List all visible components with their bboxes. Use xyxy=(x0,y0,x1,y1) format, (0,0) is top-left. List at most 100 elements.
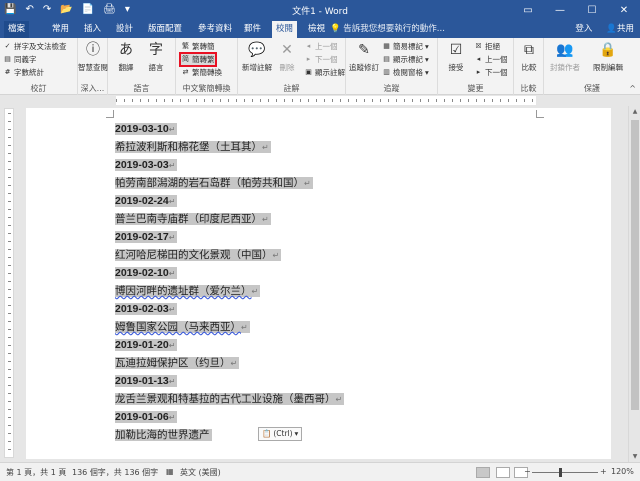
share-button[interactable]: 👤共用 xyxy=(606,21,634,38)
language-button[interactable]: 字語言 xyxy=(141,40,171,73)
zoom-in-button[interactable]: + xyxy=(600,467,607,476)
paragraph-mark-icon: ↵ xyxy=(168,125,176,134)
paragraph-mark-icon: ↵ xyxy=(262,215,269,224)
word-count-status[interactable]: 136 個字，共 136 個字 xyxy=(72,467,158,478)
document-page[interactable]: 2019-03-10↵ 希拉波利斯和棉花堡（土耳其）↵ 2019-03-03↵ 帕劳南… xyxy=(26,108,611,459)
delete-comment-button[interactable]: ✕ 刪除 xyxy=(272,40,302,73)
customize-qat-icon[interactable]: ▾ xyxy=(125,3,130,17)
tab-insert[interactable]: 插入 xyxy=(80,21,105,38)
accept-button[interactable]: ☑ 接受 xyxy=(441,40,471,73)
paragraph-mark-icon: ↵ xyxy=(251,287,259,296)
proofing-status-icon[interactable]: ▦ xyxy=(166,467,174,476)
document-line[interactable]: 2019-01-06↵ xyxy=(115,408,178,426)
restrict-editing-button[interactable]: 🔒 限制編輯 xyxy=(588,40,628,73)
line-text: 龙舌兰景观和特基拉的古代工业设施（墨西哥） xyxy=(115,393,336,405)
tab-review[interactable]: 校閱 xyxy=(272,21,298,38)
sign-in-link[interactable]: 登入 xyxy=(575,21,592,38)
translate-button[interactable]: あ翻譯 xyxy=(111,40,141,73)
tab-layout[interactable]: 版面配置 xyxy=(144,21,186,38)
document-line[interactable]: 帕劳南部潟湖的岩石岛群（帕劳共和国）↵ xyxy=(115,174,313,192)
document-line[interactable]: 红河哈尼梯田的文化景观（中国）↵ xyxy=(115,246,282,264)
track-changes-button[interactable]: ✎ 追蹤修訂 xyxy=(349,40,379,73)
tab-mailings[interactable]: 郵件 xyxy=(240,21,265,38)
vertical-ruler[interactable] xyxy=(4,108,14,458)
prev-change-button[interactable]: ◂ 上一個 xyxy=(474,54,508,65)
show-comments-button[interactable]: ▣ 顯示註解 xyxy=(304,67,345,78)
paste-options-button[interactable]: 📋 (Ctrl) ▾ xyxy=(258,427,303,441)
smart-lookup-button[interactable]: ⓘ 智慧查閱 xyxy=(78,40,108,73)
language-status[interactable]: 英文 (美國) xyxy=(180,467,221,478)
document-line[interactable]: 龙舌兰景观和特基拉的古代工业设施（墨西哥）↵ xyxy=(115,390,345,408)
document-line[interactable]: 2019-01-20↵ xyxy=(115,336,178,354)
zoom-slider[interactable] xyxy=(532,472,598,473)
book-icon: ▤ xyxy=(4,55,11,63)
document-line[interactable]: 2019-02-10↵ xyxy=(115,264,178,282)
document-line[interactable]: 希拉波利斯和棉花堡（土耳其）↵ xyxy=(115,138,271,156)
print-icon[interactable]: 🖨 xyxy=(103,3,116,17)
zoom-out-button[interactable]: − xyxy=(524,467,531,476)
undo-icon[interactable]: ↶ xyxy=(25,3,33,17)
block-authors-button[interactable]: 👥 封鎖作者 xyxy=(550,40,580,73)
chinese-convert-button[interactable]: ⇄ 繁簡轉換 xyxy=(181,67,222,78)
word-count-button[interactable]: # 字數統計 xyxy=(3,67,44,78)
next-change-button[interactable]: ▸ 下一個 xyxy=(474,67,508,78)
print-layout-button[interactable] xyxy=(496,467,510,478)
reviewing-pane-button[interactable]: ▥ 檢閱窗格 ▾ xyxy=(382,67,429,78)
track-changes-icon: ✎ xyxy=(358,42,370,58)
reviewing-pane-label: 檢閱窗格 xyxy=(393,68,423,77)
document-line[interactable]: 姆鲁国家公园（马来西亚）↵ xyxy=(115,318,250,336)
document-line[interactable]: 2019-02-24↵ xyxy=(115,192,178,210)
document-line[interactable]: 博因河畔的遗址群（爱尔兰）↵ xyxy=(115,282,261,300)
document-line[interactable]: 2019-03-03↵ xyxy=(115,156,178,174)
open-icon[interactable]: 📂 xyxy=(60,3,72,17)
prev-comment-button[interactable]: ◂ 上一個 xyxy=(304,41,338,52)
line-text: 2019-02-17 xyxy=(115,231,169,243)
trad-to-simp-button[interactable]: 繁繁轉簡 xyxy=(181,41,215,52)
document-line[interactable]: 2019-02-17↵ xyxy=(115,228,178,246)
document-line[interactable]: 普兰巴南寺庙群（印度尼西亚）↵ xyxy=(115,210,271,228)
tab-home[interactable]: 常用 xyxy=(48,21,73,38)
zoom-slider-thumb[interactable] xyxy=(559,468,562,477)
group-changes: ☑ 接受 ☒ 拒絕 ◂ 上一個 ▸ 下一個 變更 xyxy=(438,38,514,95)
read-mode-button[interactable] xyxy=(476,467,490,478)
tab-view[interactable]: 檢視 xyxy=(304,21,329,38)
document-line[interactable]: 2019-02-03↵ xyxy=(115,300,178,318)
zoom-level[interactable]: 120% xyxy=(611,467,634,476)
redo-icon[interactable]: ↷ xyxy=(43,3,51,17)
show-markup-button[interactable]: ▤ 顯示標記 ▾ xyxy=(382,54,429,65)
maximize-button[interactable]: ☐ xyxy=(576,0,608,21)
save-icon[interactable]: 💾 xyxy=(4,3,16,17)
next-comment-button[interactable]: ▸ 下一個 xyxy=(304,54,338,65)
new-comment-button[interactable]: 💬 新增註解 xyxy=(242,40,272,73)
document-line[interactable]: 2019-03-10↵ xyxy=(115,120,178,138)
document-line[interactable]: 2019-01-13↵ xyxy=(115,372,178,390)
scrollbar-thumb[interactable] xyxy=(631,120,639,410)
new-doc-icon[interactable]: 📄 xyxy=(82,3,94,17)
ribbon-display-options-button[interactable]: ▭ xyxy=(512,0,544,21)
tab-references[interactable]: 參考資料 xyxy=(194,21,236,38)
document-line[interactable]: 瓦迪拉姆保护区（约旦）↵ xyxy=(115,354,240,372)
compare-button[interactable]: ⧉ 比較 xyxy=(514,40,544,73)
reject-button[interactable]: ☒ 拒絕 xyxy=(474,41,500,52)
document-line[interactable]: 加勒比海的世界遗产 xyxy=(115,426,212,444)
spelling-grammar-button[interactable]: ✓ 拼字及文法檢查 xyxy=(3,41,67,52)
markup-dropdown[interactable]: ▦ 簡易標記 ▾ xyxy=(382,41,429,52)
scroll-up-icon[interactable]: ▲ xyxy=(629,108,640,115)
horizontal-ruler[interactable] xyxy=(0,95,640,106)
minimize-button[interactable]: — xyxy=(544,0,576,21)
tell-me-search[interactable]: 💡 告訴我您想要執行的動作... xyxy=(330,23,445,36)
collapse-ribbon-icon[interactable]: ^ xyxy=(629,84,636,93)
page-count[interactable]: 第 1 頁，共 1 頁 xyxy=(6,467,66,478)
scroll-down-icon[interactable]: ▼ xyxy=(629,453,640,460)
line-text: 2019-03-10 xyxy=(115,123,169,135)
thesaurus-button[interactable]: ▤ 同義字 xyxy=(3,54,36,65)
line-text: 姆鲁国家公园（马来西亚） xyxy=(115,321,241,333)
tab-design[interactable]: 設計 xyxy=(112,21,137,38)
simp-to-trad-button[interactable]: 简簡轉繁 xyxy=(179,52,217,67)
accept-label: 接受 xyxy=(448,63,464,72)
vertical-scrollbar[interactable]: ▲ ▼ xyxy=(628,106,640,462)
close-button[interactable]: ✕ xyxy=(608,0,640,21)
site-name-text: 瓦迪拉姆保护区（约旦）↵ xyxy=(115,357,240,369)
tab-file[interactable]: 檔案 xyxy=(4,21,30,38)
date-text: 2019-01-20↵ xyxy=(115,339,178,351)
